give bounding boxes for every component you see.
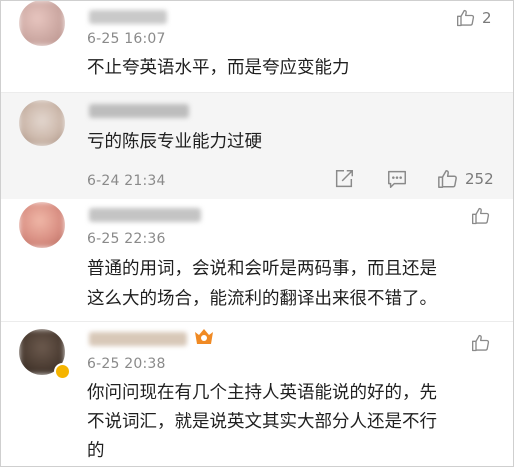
screenshot-border (0, 0, 514, 467)
